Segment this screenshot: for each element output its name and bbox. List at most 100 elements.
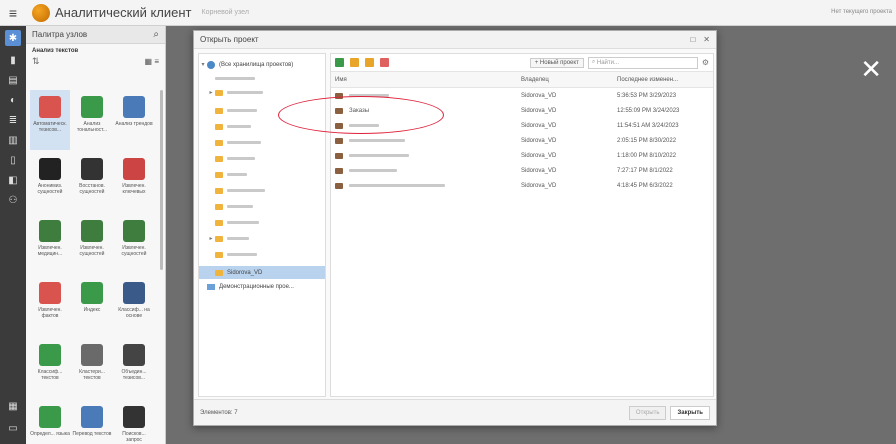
search-input[interactable]: ⌕ Найти... [587, 56, 698, 69]
merge-icon [123, 344, 145, 366]
entity-icon [123, 220, 145, 242]
view-mode-icon[interactable]: ▦ ≡ [145, 57, 159, 66]
palette-node[interactable]: Извлечен. фактов [30, 276, 70, 336]
tree-item[interactable] [199, 184, 325, 197]
bar-chart-icon[interactable]: ▥ [5, 132, 21, 148]
chevron-right-icon: ▸ [209, 236, 213, 242]
palette-node[interactable]: Анализ тональност... [72, 90, 112, 150]
translate-icon [81, 406, 103, 428]
palette-scrollbar[interactable] [160, 90, 163, 270]
entity-icon [81, 220, 103, 242]
table-row[interactable]: Sidorova_VD 2:05:15 PM 8/30/2022 [331, 133, 713, 148]
shared-folder-icon [207, 283, 215, 290]
close-icon[interactable]: ✕ [703, 35, 710, 44]
sort-icon[interactable]: ⇅ [32, 56, 145, 67]
classify-icon [123, 282, 145, 304]
grid-icon[interactable]: ▦ [5, 398, 21, 414]
close-icon[interactable]: ✕ [860, 56, 882, 82]
magnet-icon [39, 96, 61, 118]
palette-node[interactable]: Определ... языка [30, 400, 70, 444]
project-status: Нет текущего проекта [831, 9, 892, 15]
maximize-icon[interactable]: □ [690, 35, 695, 44]
search-query-icon [123, 406, 145, 428]
palette-node[interactable]: Извлечен. сущностей [72, 214, 112, 274]
folder-icon [215, 171, 223, 178]
user-icon[interactable]: ⚇ [5, 192, 21, 208]
tree-item-selected[interactable]: Sidorova_VD [199, 266, 325, 279]
tree-item[interactable] [199, 200, 325, 213]
palette-header: Палитра узлов ⌕ [26, 26, 165, 44]
chevron-right-icon: ▸ [209, 90, 213, 96]
plus-minus-icon [81, 96, 103, 118]
new-folder-icon[interactable] [350, 58, 359, 67]
palette-node[interactable]: Анализ трендов [114, 90, 154, 150]
palette-node[interactable]: Извлечен. медицин... [30, 214, 70, 274]
gear-icon[interactable]: ⚙ [702, 58, 709, 67]
items-count: Элементов: 7 [200, 409, 238, 416]
document-icon[interactable]: ▮ [5, 52, 21, 68]
tree-item[interactable] [199, 136, 325, 149]
search-icon[interactable]: ⌕ [153, 29, 159, 40]
chevron-down-icon: ▾ [201, 62, 205, 68]
folder-icon [215, 139, 223, 146]
new-project-button[interactable]: + Новый проект [529, 57, 584, 68]
tree-item[interactable] [199, 168, 325, 181]
tree-item[interactable] [199, 152, 325, 165]
open-project-dialog: Открыть проект □ ✕ ▾ (Все хранилища проек… [193, 30, 717, 426]
list-icon[interactable]: ≣ [5, 112, 21, 128]
palette-node[interactable]: Автоматическ. тезисов... [30, 90, 70, 150]
palette-node[interactable]: Восстанов. сущностей [72, 152, 112, 212]
restore-icon [81, 158, 103, 180]
tree-item[interactable]: ▸ [199, 232, 325, 245]
palette-node[interactable]: Кластери... текстов [72, 338, 112, 398]
palette-node[interactable]: Извлечен. сущностей [114, 214, 154, 274]
folder-icon [215, 203, 223, 210]
folder-icon [215, 269, 223, 276]
palette-title: Палитра узлов [32, 30, 88, 39]
db-icon[interactable]: ▯ [5, 152, 21, 168]
delete-icon[interactable] [380, 58, 389, 67]
palette-node[interactable]: Классиф... на основе [114, 276, 154, 336]
palette-node[interactable]: Перевод текстов [72, 400, 112, 444]
tree-item[interactable]: ▸ [199, 86, 325, 99]
table-icon[interactable]: ▤ [5, 72, 21, 88]
folder-menu-icon[interactable] [365, 58, 374, 67]
refresh-icon[interactable] [335, 58, 344, 67]
palette-node[interactable]: Объедин... тезисов... [114, 338, 154, 398]
palette-section-title: Анализ текстов [32, 48, 79, 54]
node-palette: Палитра узлов ⌕ Анализ текстов ⇅ ▦ ≡ Авт… [26, 26, 166, 444]
tree-item[interactable] [199, 72, 325, 85]
folder-icon [215, 219, 223, 226]
table-row[interactable]: Sidorova_VD 7:27:17 PM 8/1/2022 [331, 163, 713, 178]
tree-item-demo[interactable]: Демонстрационные прое... [199, 280, 325, 293]
palette-node[interactable]: Индекс [72, 276, 112, 336]
trend-icon [123, 96, 145, 118]
tree-item[interactable] [199, 216, 325, 229]
column-header-owner[interactable]: Владелец [521, 77, 617, 83]
folder-icon [215, 123, 223, 130]
language-icon [39, 406, 61, 428]
table-row[interactable]: Sidorova_VD 4:18:45 PM 6/3/2022 [331, 178, 713, 193]
tree-item[interactable] [199, 248, 325, 261]
open-button[interactable]: Открыть [628, 405, 667, 420]
table-row[interactable]: Sidorova_VD 1:18:00 PM 8/10/2022 [331, 148, 713, 163]
palette-node[interactable]: Анонимиз. сущностей [30, 152, 70, 212]
palette-icon[interactable]: ✱ [5, 30, 21, 46]
close-button[interactable]: Закрыть [670, 405, 710, 420]
node-icon[interactable]: ◧ [5, 172, 21, 188]
palette-node[interactable]: Поисков... запрос [114, 400, 154, 444]
palette-node[interactable]: Классиф... текстов [30, 338, 70, 398]
dialog-title: Открыть проект [200, 35, 259, 44]
chart-icon[interactable]: ◐ [5, 92, 21, 108]
column-header-name[interactable]: Имя [331, 77, 521, 83]
breadcrumb[interactable]: Корневой узел [202, 9, 249, 16]
menu-icon[interactable]: ≡ [0, 0, 26, 26]
column-header-date[interactable]: Последнее изменен... [617, 77, 713, 83]
monitor-icon[interactable]: ▭ [5, 420, 21, 436]
list-header: Имя Владелец Последнее изменен... [331, 72, 713, 88]
app-logo [32, 3, 50, 22]
medical-icon [39, 220, 61, 242]
folder-icon [215, 107, 223, 114]
palette-node[interactable]: Извлечен. ключевых [114, 152, 154, 212]
tree-root[interactable]: ▾ (Все хранилища проектов) [199, 58, 325, 71]
